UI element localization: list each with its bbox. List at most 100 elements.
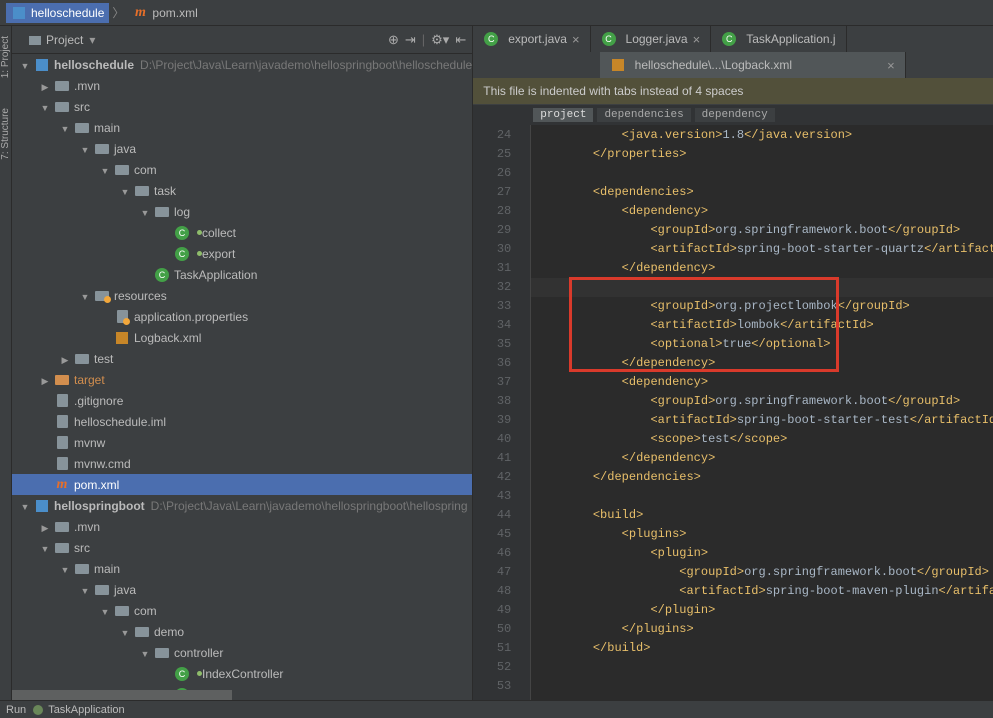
locate-icon[interactable]: ⊕ [388, 32, 399, 48]
line-number[interactable]: 41 [473, 449, 511, 468]
code-line-46[interactable]: <plugin> [531, 544, 993, 563]
code-line-37[interactable]: <dependency> [531, 373, 993, 392]
breadcrumb-file[interactable]: pom.xml [127, 3, 202, 23]
line-number[interactable]: 36 [473, 354, 511, 373]
line-number[interactable]: 37 [473, 373, 511, 392]
tree-collapse-icon[interactable] [36, 100, 54, 114]
tree-row-com[interactable]: com [12, 159, 472, 180]
run-config-label[interactable]: TaskApplication [48, 704, 124, 716]
code-line-50[interactable]: </plugins> [531, 620, 993, 639]
code-line-27[interactable]: <dependencies> [531, 183, 993, 202]
line-number[interactable]: 53 [473, 677, 511, 696]
line-number[interactable]: 49 [473, 601, 511, 620]
tree-row--mvn[interactable]: .mvn [12, 75, 472, 96]
tree-row-com[interactable]: com [12, 600, 472, 621]
code-line-42[interactable]: </dependencies> [531, 468, 993, 487]
line-number[interactable]: 48 [473, 582, 511, 601]
tree-row-demo[interactable]: demo [12, 621, 472, 642]
code-line-28[interactable]: <dependency> [531, 202, 993, 221]
tree-row-log[interactable]: log [12, 201, 472, 222]
tree-collapse-icon[interactable] [76, 583, 94, 597]
crumb-dependency[interactable]: dependency [695, 108, 775, 122]
crumb-project[interactable]: project [533, 108, 593, 122]
tree-collapse-icon[interactable] [96, 604, 114, 618]
tree-row-hellospringboot[interactable]: hellospringbootD:\Project\Java\Learn\jav… [12, 495, 472, 516]
line-number[interactable]: 45 [473, 525, 511, 544]
code-line-39[interactable]: <artifactId>spring-boot-starter-test</ar… [531, 411, 993, 430]
line-number[interactable]: 34 [473, 316, 511, 335]
tree-row-resources[interactable]: resources [12, 285, 472, 306]
line-number[interactable]: 47 [473, 563, 511, 582]
code-line-44[interactable]: <build> [531, 506, 993, 525]
editor-tab-taskapplication-j[interactable]: TaskApplication.j [711, 26, 846, 52]
tree-collapse-icon[interactable] [16, 499, 34, 513]
tree-collapse-icon[interactable] [36, 541, 54, 555]
line-number[interactable]: 44 [473, 506, 511, 525]
code-line-24[interactable]: <java.version>1.8</java.version> [531, 126, 993, 145]
code-area[interactable]: 2425262728293031323334353637383940414243… [473, 125, 993, 700]
tree-expand-icon[interactable] [36, 520, 54, 534]
code-line-25[interactable]: </properties> [531, 145, 993, 164]
line-number[interactable]: 29 [473, 221, 511, 240]
tree-collapse-icon[interactable] [56, 121, 74, 135]
tree-row--gitignore[interactable]: .gitignore [12, 390, 472, 411]
tree-row-src[interactable]: src [12, 96, 472, 117]
line-number[interactable]: 50 [473, 620, 511, 639]
tree-row-helloschedule-iml[interactable]: helloschedule.iml [12, 411, 472, 432]
code-content[interactable]: <java.version>1.8</java.version> </prope… [531, 125, 993, 700]
line-number[interactable]: 46 [473, 544, 511, 563]
line-number[interactable]: 24 [473, 126, 511, 145]
tree-row-mvnw[interactable]: mvnw [12, 432, 472, 453]
structure-toolwindow-tab[interactable]: 7: Structure [0, 108, 11, 160]
scrollbar-thumb[interactable] [12, 690, 232, 700]
code-line-43[interactable] [531, 487, 993, 506]
tree-collapse-icon[interactable] [96, 163, 114, 177]
tree-expand-icon[interactable] [36, 373, 54, 387]
line-number[interactable]: 38 [473, 392, 511, 411]
tree-row-pom-xml[interactable]: pom.xml [12, 474, 472, 495]
tree-expand-icon[interactable] [36, 79, 54, 93]
code-line-36[interactable]: </dependency> [531, 354, 993, 373]
code-line-51[interactable]: </build> [531, 639, 993, 658]
code-line-29[interactable]: <groupId>org.springframework.boot</group… [531, 221, 993, 240]
code-line-49[interactable]: </plugin> [531, 601, 993, 620]
code-line-35[interactable]: <optional>true</optional> [531, 335, 993, 354]
tree-row-collect[interactable]: collect [12, 222, 472, 243]
tree-row-target[interactable]: target [12, 369, 472, 390]
code-line-41[interactable]: </dependency> [531, 449, 993, 468]
editor-tab-logger-java[interactable]: Logger.java× [591, 26, 712, 52]
line-number[interactable]: 43 [473, 487, 511, 506]
tree-row-export[interactable]: export [12, 243, 472, 264]
tree-expand-icon[interactable] [56, 352, 74, 366]
project-tree[interactable]: helloscheduleD:\Project\Java\Learn\javad… [12, 54, 472, 700]
line-number[interactable]: 31 [473, 259, 511, 278]
tree-collapse-icon[interactable] [136, 646, 154, 660]
tree-collapse-icon[interactable] [116, 184, 134, 198]
tree-row-main[interactable]: main [12, 558, 472, 579]
tree-row-indexcontroller[interactable]: IndexController [12, 663, 472, 684]
line-number[interactable]: 25 [473, 145, 511, 164]
line-number[interactable]: 40 [473, 430, 511, 449]
tree-row--mvn[interactable]: .mvn [12, 516, 472, 537]
tree-collapse-icon[interactable] [76, 142, 94, 156]
line-number[interactable]: 32 [473, 278, 511, 297]
hide-icon[interactable]: ⇤ [455, 32, 466, 48]
editor-tab-logback[interactable]: helloschedule\...\Logback.xml × [600, 52, 906, 78]
tree-collapse-icon[interactable] [56, 562, 74, 576]
tree-collapse-icon[interactable] [16, 58, 34, 72]
line-number[interactable]: 33 [473, 297, 511, 316]
editor-tab-export-java[interactable]: export.java× [473, 26, 590, 52]
line-number[interactable]: 52 [473, 658, 511, 677]
code-line-30[interactable]: <artifactId>spring-boot-starter-quartz</… [531, 240, 993, 259]
code-line-48[interactable]: <artifactId>spring-boot-maven-plugin</ar… [531, 582, 993, 601]
tree-row-taskapplication[interactable]: TaskApplication [12, 264, 472, 285]
crumb-dependencies[interactable]: dependencies [597, 108, 690, 122]
tree-row-helloschedule[interactable]: helloscheduleD:\Project\Java\Learn\javad… [12, 54, 472, 75]
line-number[interactable]: 39 [473, 411, 511, 430]
line-number[interactable]: 28 [473, 202, 511, 221]
code-line-33[interactable]: <groupId>org.projectlombok</groupId> [531, 297, 993, 316]
code-line-45[interactable]: <plugins> [531, 525, 993, 544]
tree-scrollbar[interactable] [12, 690, 472, 700]
line-number[interactable]: 42 [473, 468, 511, 487]
line-number[interactable]: 51 [473, 639, 511, 658]
